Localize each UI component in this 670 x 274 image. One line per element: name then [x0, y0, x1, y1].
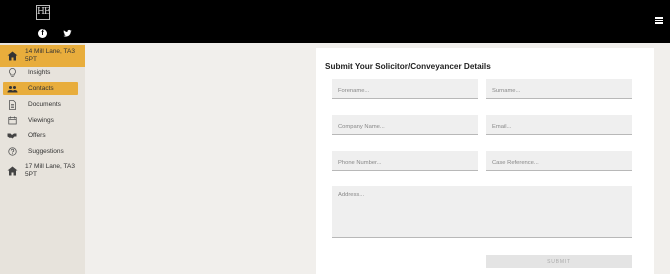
- calendar-icon: [6, 115, 18, 127]
- sidebar-item-documents[interactable]: Documents: [0, 98, 85, 111]
- company-input[interactable]: [332, 117, 478, 137]
- offer-icon: [6, 130, 18, 142]
- house-icon: [6, 50, 18, 62]
- form-title: Submit Your Solicitor/Conveyancer Detail…: [325, 62, 491, 71]
- twitter-icon[interactable]: [63, 29, 72, 38]
- people-icon: [6, 83, 18, 95]
- sidebar-item-offers[interactable]: Offers: [0, 129, 85, 142]
- forename-field[interactable]: [332, 79, 478, 101]
- phone-field[interactable]: [332, 151, 478, 173]
- phone-input[interactable]: [332, 153, 478, 173]
- main-content: Submit Your Solicitor/Conveyancer Detail…: [85, 43, 670, 274]
- sidebar-item-insights[interactable]: Insights: [0, 66, 85, 79]
- sidebar-item-label: 14 Mill Lane, TA3 5PT: [25, 48, 75, 63]
- surname-input[interactable]: [486, 81, 632, 101]
- hamburger-menu-icon[interactable]: [655, 17, 663, 24]
- brand-logo[interactable]: HE: [36, 5, 50, 20]
- sidebar-item-label: Suggestions: [28, 148, 64, 155]
- sidebar: 14 Mill Lane, TA3 5PT Insights Contacts …: [0, 43, 85, 274]
- submit-button[interactable]: SUBMIT: [486, 255, 632, 268]
- document-icon: [6, 99, 18, 111]
- address-field[interactable]: [332, 186, 632, 238]
- sidebar-item-contacts[interactable]: Contacts: [3, 82, 78, 95]
- sidebar-item-label: Contacts: [28, 85, 54, 92]
- sidebar-item-label: Insights: [28, 69, 51, 76]
- lightbulb-icon: [6, 67, 18, 79]
- surname-field[interactable]: [486, 79, 632, 101]
- case-reference-field[interactable]: [486, 151, 632, 173]
- sidebar-item-viewings[interactable]: Viewings: [0, 114, 85, 127]
- top-bar: HE f: [0, 0, 670, 43]
- sidebar-item-label: Offers: [28, 132, 46, 139]
- facebook-icon[interactable]: f: [38, 29, 47, 38]
- solicitor-form-panel: Submit Your Solicitor/Conveyancer Detail…: [316, 48, 654, 274]
- sidebar-item-label: Documents: [28, 101, 61, 108]
- sidebar-item-suggestions[interactable]: Suggestions: [0, 145, 85, 158]
- sidebar-item-label: 17 Mill Lane, TA3 5PT: [25, 163, 75, 178]
- sidebar-item-property-14[interactable]: 14 Mill Lane, TA3 5PT: [0, 45, 85, 67]
- case-reference-input[interactable]: [486, 153, 632, 173]
- question-icon: [6, 146, 18, 158]
- forename-input[interactable]: [332, 81, 478, 101]
- email-field[interactable]: [486, 115, 632, 137]
- company-field[interactable]: [332, 115, 478, 137]
- email-input[interactable]: [486, 117, 632, 137]
- sidebar-item-property-17[interactable]: 17 Mill Lane, TA3 5PT: [0, 160, 85, 182]
- house-icon: [6, 165, 18, 177]
- address-input[interactable]: [332, 186, 632, 237]
- sidebar-item-label: Viewings: [28, 117, 54, 124]
